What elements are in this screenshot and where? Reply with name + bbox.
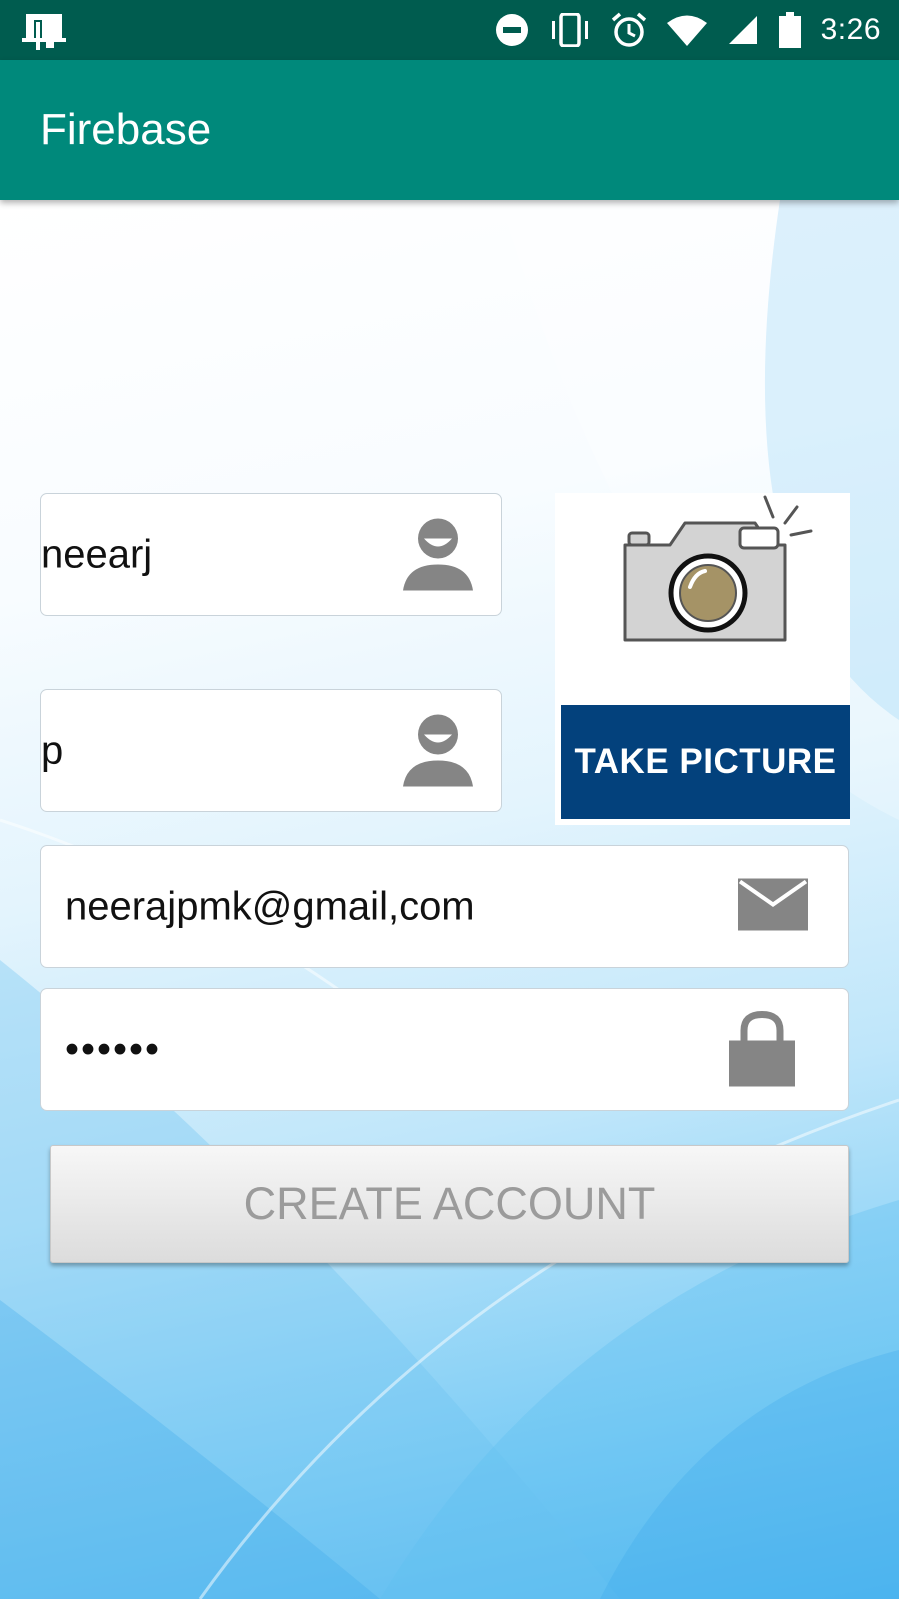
status-bar: 3:26 (0, 0, 899, 60)
person-icon (403, 710, 473, 791)
cell-signal-icon (728, 16, 757, 44)
person-icon (403, 514, 473, 595)
do-not-disturb-icon (495, 14, 528, 46)
alarm-icon (611, 12, 646, 47)
lock-icon (729, 1008, 795, 1091)
screenshot-icon (22, 12, 66, 55)
create-account-label: CREATE ACCOUNT (243, 1178, 656, 1229)
take-picture-label: TAKE PICTURE (561, 705, 850, 819)
content-area: neearj p TAKE PICTURE neerajpmk@gmail,co… (0, 200, 899, 1599)
app-bar: Firebase (0, 60, 899, 200)
first-name-value: neearj (41, 532, 153, 576)
create-account-button[interactable]: CREATE ACCOUNT (50, 1145, 849, 1263)
last-name-field[interactable]: p (40, 689, 502, 812)
password-value: •••••• (65, 1027, 162, 1071)
mail-icon (738, 878, 808, 935)
email-field[interactable]: neerajpmk@gmail,com (40, 845, 849, 968)
status-icons: 3:26 (495, 0, 881, 60)
wifi-icon (666, 15, 707, 46)
app-title: Firebase (40, 105, 212, 154)
status-time: 3:26 (820, 13, 881, 46)
battery-icon (778, 12, 801, 48)
first-name-field[interactable]: neearj (40, 493, 502, 616)
last-name-value: p (41, 728, 64, 772)
password-field[interactable]: •••••• (40, 988, 849, 1111)
take-picture-button[interactable]: TAKE PICTURE (555, 493, 850, 825)
vibrate-icon (551, 13, 588, 47)
camera-icon (615, 495, 815, 660)
email-value: neerajpmk@gmail,com (65, 884, 475, 928)
